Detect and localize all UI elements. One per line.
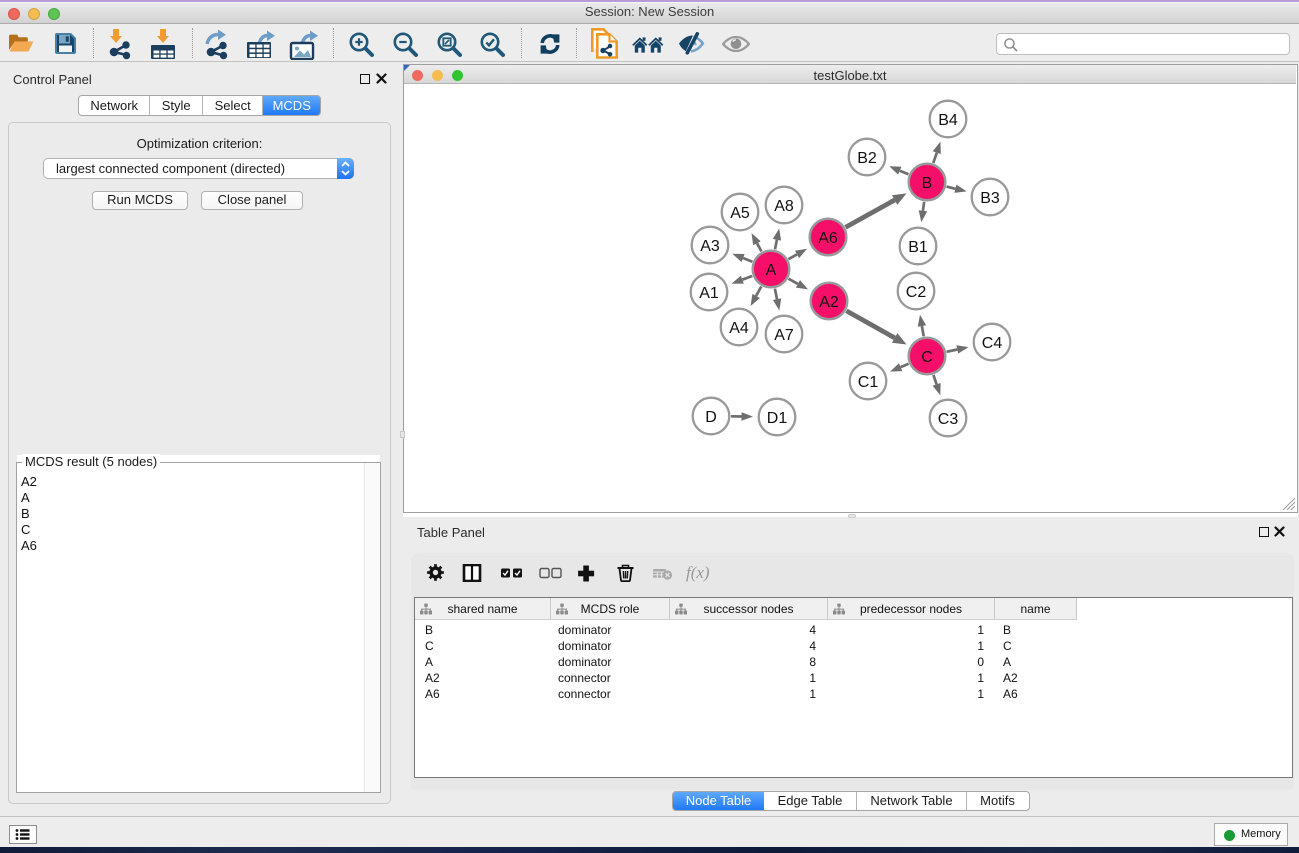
svg-text:A1: A1 [699,285,719,302]
svg-text:A7: A7 [774,327,794,344]
svg-text:A: A [766,262,777,279]
svg-text:A2: A2 [819,294,839,311]
svg-text:B1: B1 [908,239,928,256]
svg-text:C2: C2 [906,284,927,301]
svg-text:B4: B4 [938,112,958,129]
svg-text:C1: C1 [858,374,879,391]
svg-text:B3: B3 [980,190,1000,207]
svg-text:B: B [922,175,933,192]
svg-text:f(x): f(x) [686,564,710,582]
svg-text:C: C [921,349,933,366]
svg-text:B2: B2 [857,150,877,167]
svg-text:C3: C3 [938,411,959,428]
svg-text:A6: A6 [818,230,838,247]
svg-text:A8: A8 [774,198,794,215]
svg-text:A3: A3 [700,238,720,255]
svg-text:D1: D1 [767,410,788,427]
svg-text:A4: A4 [729,320,749,337]
svg-text:C4: C4 [982,335,1003,352]
svg-text:A5: A5 [730,205,750,222]
svg-text:D: D [705,409,717,426]
